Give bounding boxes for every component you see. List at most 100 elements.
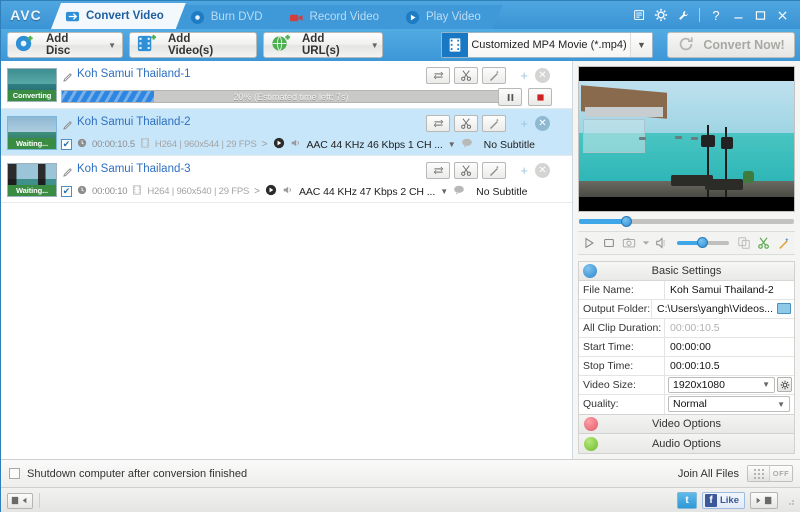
table-row[interactable]: Converting Koh Samui Thailand-1 20% (Est… — [1, 61, 572, 109]
letterbox-top — [579, 67, 794, 81]
output-profile-selector[interactable]: Customized MP4 Movie (*.mp4) ▼ — [441, 32, 653, 58]
file-checkbox[interactable]: ✔ — [61, 139, 72, 150]
chevron-down-icon[interactable] — [641, 234, 650, 252]
tab-record-video[interactable]: Record Video — [275, 5, 401, 29]
audio-stream-value[interactable]: AAC 44 KHz 46 Kbps 1 CH ... — [307, 139, 443, 151]
video-thumbnail[interactable]: Waiting... — [7, 163, 57, 197]
rename-pencil-icon[interactable] — [63, 119, 74, 133]
setting-value[interactable]: C:\Users\yangh\Videos... — [657, 303, 773, 315]
file-title[interactable]: Koh Samui Thailand-3 — [77, 163, 191, 175]
merge-icon[interactable] — [426, 115, 450, 132]
facebook-like-button[interactable]: f Like — [702, 492, 745, 509]
add-url-button[interactable]: Add URL(s) ▼ — [263, 32, 383, 58]
add-row-icon[interactable]: + — [520, 116, 528, 131]
clone-icon[interactable] — [736, 234, 752, 252]
play-button[interactable] — [581, 234, 597, 252]
magic-wand-icon[interactable] — [482, 162, 506, 179]
audio-stream-value[interactable]: AAC 44 KHz 47 Kbps 2 CH ... — [299, 186, 435, 198]
scissors-icon[interactable] — [454, 162, 478, 179]
setting-value[interactable]: 00:00:10.5 — [665, 360, 794, 372]
task-list-icon[interactable] — [628, 4, 650, 26]
stop-button[interactable] — [528, 88, 552, 106]
scissors-icon[interactable] — [756, 234, 772, 252]
video-info: H264 | 960x540 | 29 FPS — [147, 186, 249, 197]
tab-burn-dvd[interactable]: Burn DVD — [176, 5, 285, 29]
grip-dots-icon — [754, 469, 764, 479]
video-size-settings-button[interactable] — [777, 377, 792, 392]
toggle-grip — [748, 466, 770, 481]
panel-toggle-icon[interactable] — [750, 492, 778, 509]
setting-value[interactable]: 00:00:00 — [665, 341, 794, 353]
add-disc-button[interactable]: Add Disc ▼ — [7, 32, 123, 58]
shutdown-checkbox[interactable] — [9, 468, 20, 479]
gear-icon[interactable] — [650, 4, 672, 26]
remove-row-icon[interactable]: ✕ — [535, 68, 550, 83]
join-all-files-toggle[interactable]: OFF — [747, 465, 793, 482]
chevron-down-icon[interactable]: ▼ — [102, 41, 116, 50]
pause-button[interactable] — [498, 88, 522, 106]
magic-wand-icon[interactable] — [482, 115, 506, 132]
video-size-dropdown[interactable]: 1920x1080 ▼ — [668, 377, 775, 393]
magic-wand-icon[interactable] — [482, 67, 506, 84]
subtitle-value[interactable]: No Subtitle — [476, 186, 527, 198]
magic-wand-icon[interactable] — [776, 234, 792, 252]
sidebar-toggle-icon[interactable] — [7, 493, 33, 509]
volume-knob[interactable] — [697, 237, 708, 248]
add-video-button[interactable]: Add Video(s) — [129, 32, 257, 58]
scissors-icon[interactable] — [454, 115, 478, 132]
chevron-down-icon[interactable]: ▼ — [630, 33, 652, 57]
camcorder-icon — [289, 10, 304, 25]
file-title[interactable]: Koh Samui Thailand-2 — [77, 116, 191, 128]
output-profile-value: Customized MP4 Movie (*.mp4) — [468, 33, 630, 57]
video-preview[interactable] — [578, 66, 795, 212]
rename-pencil-icon[interactable] — [63, 71, 74, 85]
close-icon[interactable] — [771, 4, 793, 26]
folder-browse-icon[interactable] — [777, 303, 791, 314]
table-row[interactable]: Waiting... Koh Samui Thailand-3 ✔ 00:00:… — [1, 156, 572, 203]
help-icon[interactable]: ? — [705, 4, 727, 26]
chevron-down-icon[interactable]: ▼ — [777, 400, 789, 409]
seek-knob[interactable] — [621, 216, 632, 227]
expand-arrow-icon[interactable]: > — [254, 186, 260, 197]
subtitle-value[interactable]: No Subtitle — [484, 139, 535, 151]
snapshot-icon[interactable] — [621, 234, 637, 252]
setting-value[interactable]: Koh Samui Thailand-2 — [665, 284, 794, 296]
rename-pencil-icon[interactable] — [63, 166, 74, 180]
chevron-down-icon[interactable]: ▼ — [448, 140, 456, 149]
audio-options-row[interactable]: Audio Options — [578, 434, 795, 454]
resize-grip[interactable] — [785, 496, 795, 506]
maximize-icon[interactable] — [749, 4, 771, 26]
expand-arrow-icon[interactable]: > — [262, 139, 268, 150]
video-thumbnail[interactable]: Waiting... — [7, 116, 57, 150]
video-options-row[interactable]: Video Options — [578, 415, 795, 435]
wrench-icon[interactable] — [672, 4, 694, 26]
chevron-down-icon[interactable]: ▼ — [440, 187, 448, 196]
application-window: AVC Convert Video Burn DVD Record Video — [0, 0, 800, 512]
chevron-down-icon[interactable]: ▼ — [762, 380, 774, 389]
remove-row-icon[interactable]: ✕ — [535, 163, 550, 178]
chevron-down-icon[interactable]: ▼ — [365, 41, 379, 50]
file-list[interactable]: Converting Koh Samui Thailand-1 20% (Est… — [1, 61, 573, 459]
quality-dropdown[interactable]: Normal ▼ — [668, 396, 790, 412]
stop-button[interactable] — [601, 234, 617, 252]
setting-label: Start Time: — [579, 338, 665, 356]
add-row-icon[interactable]: + — [520, 163, 528, 178]
tab-convert-video[interactable]: Convert Video — [51, 3, 186, 29]
minimize-icon[interactable] — [727, 4, 749, 26]
merge-icon[interactable] — [426, 67, 450, 84]
twitter-icon[interactable]: t — [677, 492, 697, 509]
convert-now-button[interactable]: Convert Now! — [667, 32, 795, 58]
merge-icon[interactable] — [426, 162, 450, 179]
volume-slider[interactable] — [677, 237, 729, 249]
seek-slider[interactable] — [579, 216, 794, 226]
volume-icon[interactable] — [654, 234, 670, 252]
scissors-icon[interactable] — [454, 67, 478, 84]
preview-ceiling — [585, 107, 663, 117]
add-row-icon[interactable]: + — [520, 68, 528, 83]
file-checkbox[interactable]: ✔ — [61, 186, 72, 197]
file-title[interactable]: Koh Samui Thailand-1 — [77, 68, 191, 80]
video-thumbnail[interactable]: Converting — [7, 68, 57, 102]
remove-row-icon[interactable]: ✕ — [535, 116, 550, 131]
table-row[interactable]: Waiting... Koh Samui Thailand-2 ✔ 00:00:… — [1, 109, 572, 156]
tab-play-video[interactable]: Play Video — [391, 5, 503, 29]
